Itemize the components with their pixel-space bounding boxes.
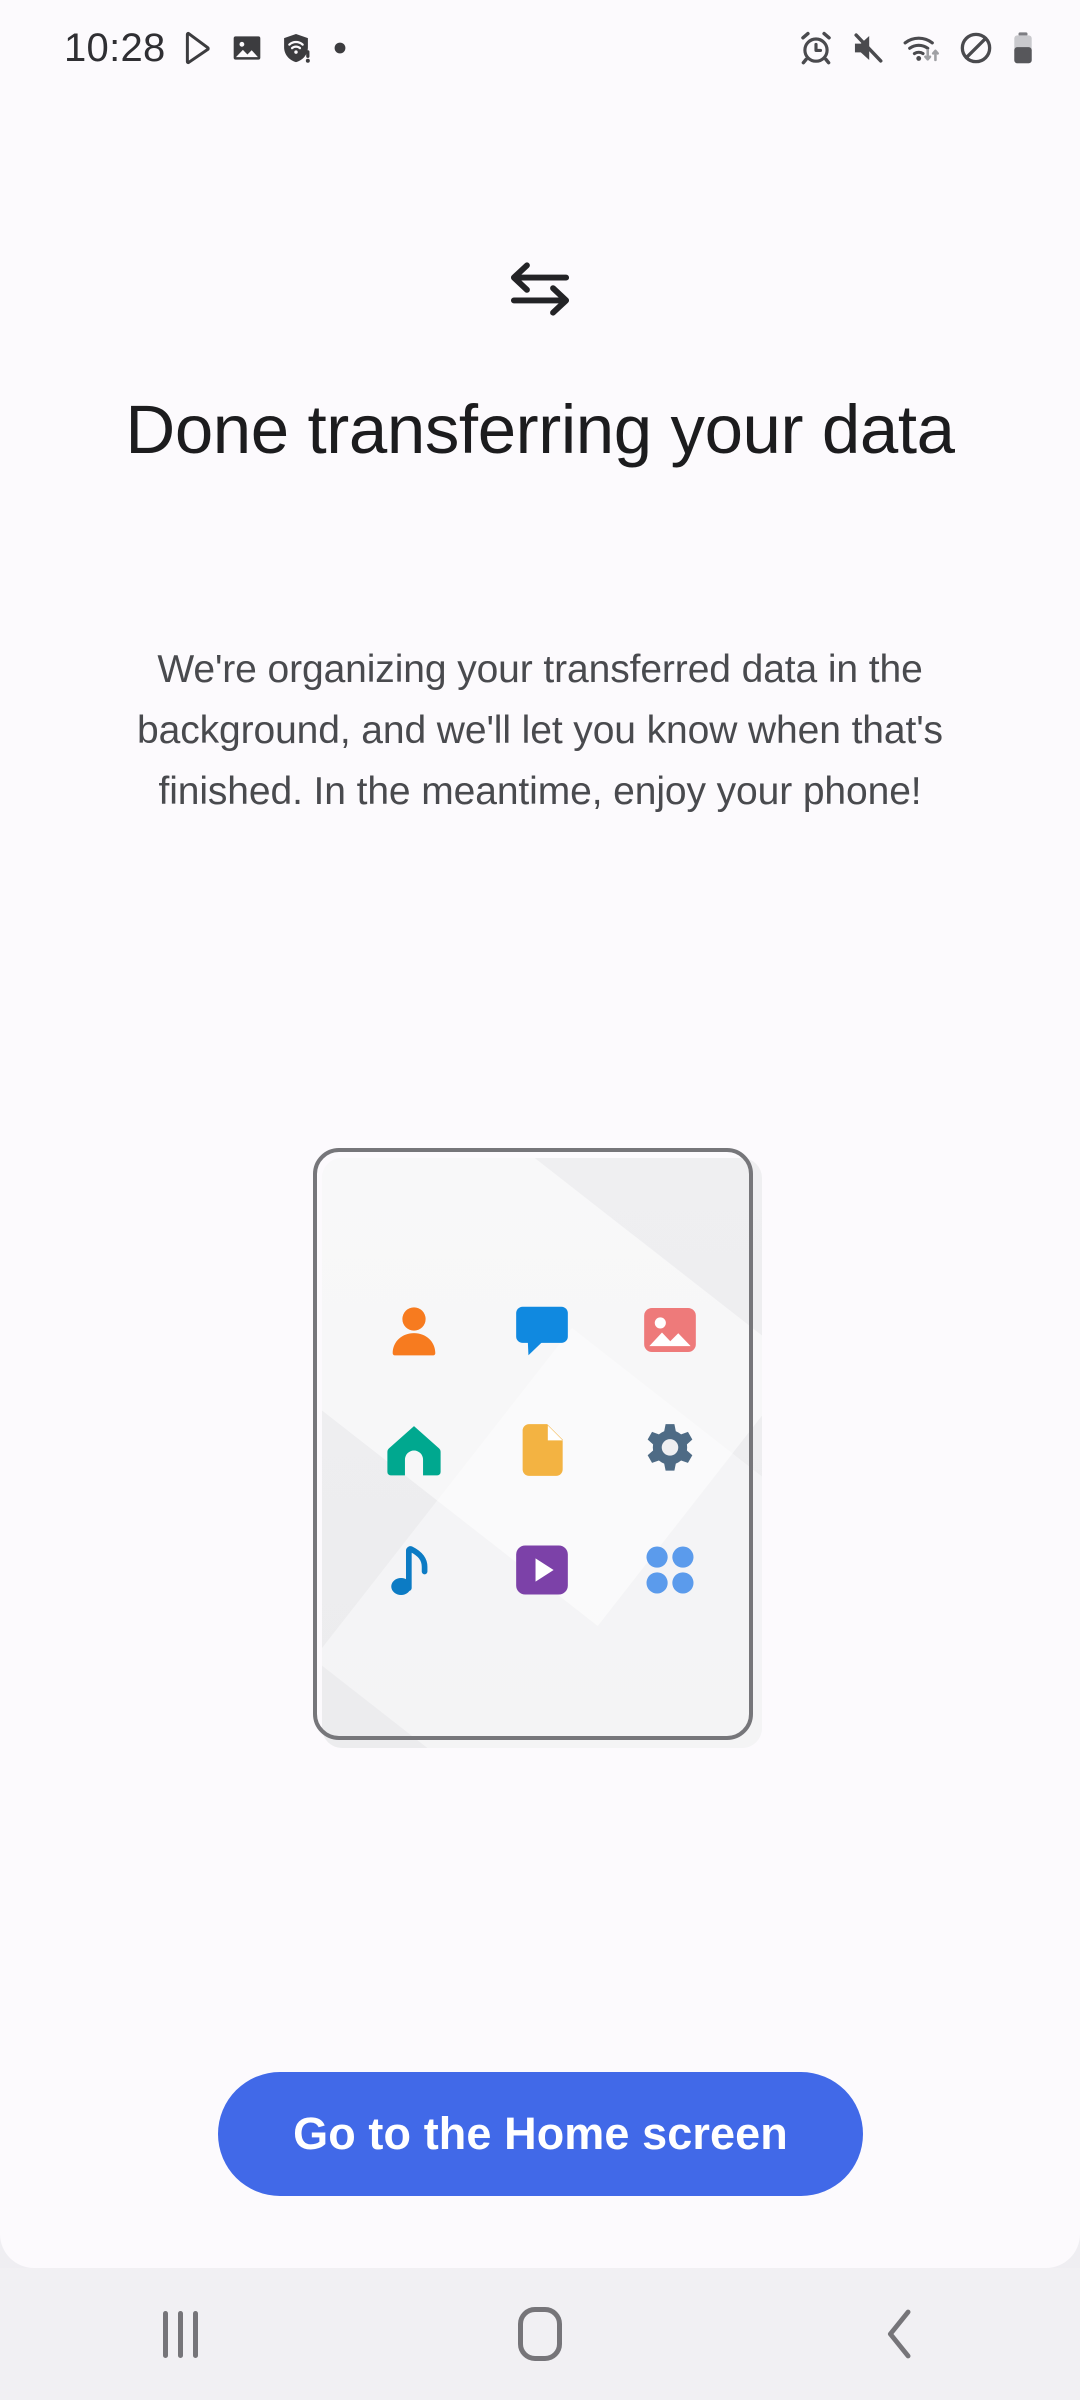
play-store-icon — [185, 31, 210, 65]
wifi-shield-warning-icon — [283, 33, 310, 63]
go-to-home-screen-button[interactable]: Go to the Home screen — [218, 2072, 863, 2196]
notification-dot-icon — [334, 42, 346, 54]
content-surface: 10:28 Done transferring your data We're … — [0, 0, 1080, 2268]
back-chevron-icon — [887, 2309, 911, 2359]
wifi-data-icon — [903, 36, 939, 62]
battery-icon — [1014, 32, 1032, 64]
recents-icon — [162, 2310, 198, 2358]
status-bar-left-group: 10:28 — [64, 28, 352, 68]
phone-with-apps-illustration — [313, 1148, 765, 1748]
status-bar-clock: 10:28 — [64, 26, 166, 70]
transfer-arrows-icon — [510, 262, 570, 316]
do-not-disturb-icon — [960, 32, 992, 64]
transfer-arrows-icon-wrap — [0, 258, 1080, 320]
status-bar: 10:28 — [0, 0, 1080, 96]
mute-icon — [854, 33, 883, 63]
home-button-icon — [518, 2307, 562, 2361]
page-description: We're organizing your transferred data i… — [137, 648, 943, 813]
status-bar-right-group — [798, 30, 1036, 66]
back-button[interactable] — [720, 2268, 1080, 2400]
phone-screen-root: 10:28 Done transferring your data We're … — [0, 0, 1080, 2400]
alarm-icon — [801, 31, 831, 65]
illustration-phone-frame — [313, 1148, 753, 1740]
recents-button[interactable] — [0, 2268, 360, 2400]
gallery-image-icon — [233, 36, 260, 60]
navigation-bar — [0, 2268, 1080, 2400]
page-title: Done transferring your data — [125, 391, 955, 468]
home-button[interactable] — [360, 2268, 720, 2400]
